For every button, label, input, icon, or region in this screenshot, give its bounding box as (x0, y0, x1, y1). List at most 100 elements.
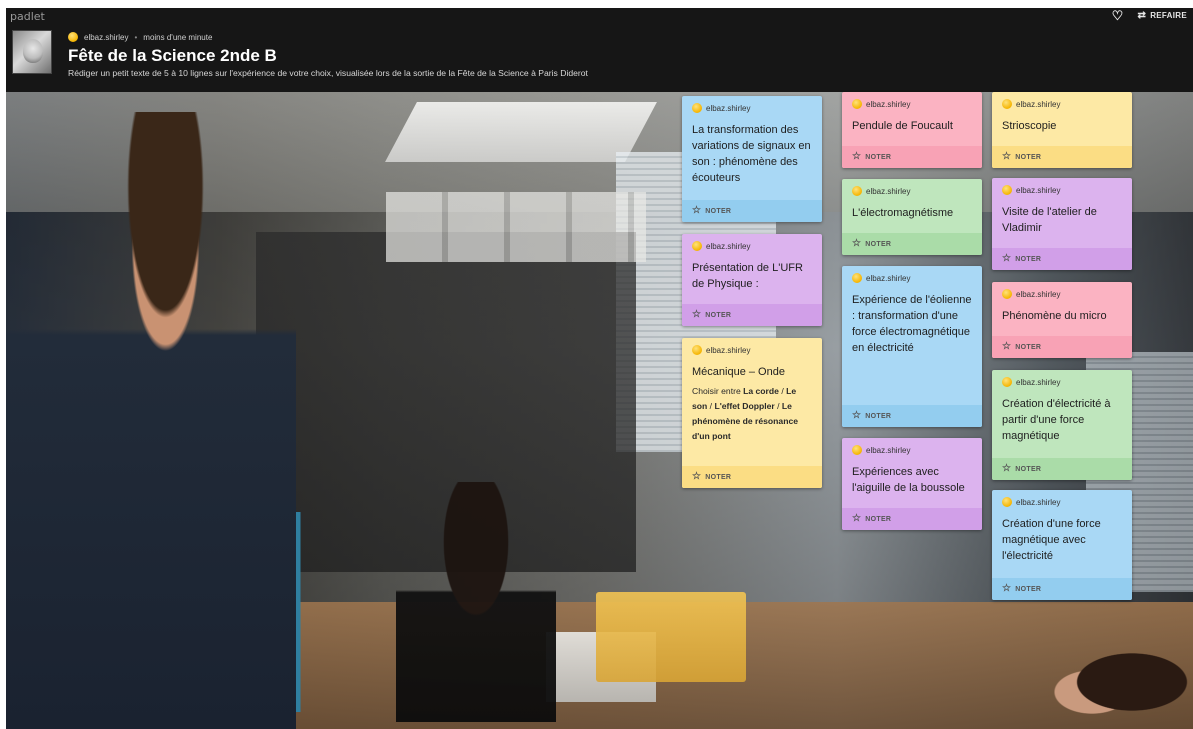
post-body: Pendule de Foucault (842, 110, 982, 146)
post-body: Création d'électricité à partir d'une fo… (992, 388, 1132, 458)
post-card[interactable]: elbaz.shirley La transformation des vari… (682, 96, 822, 222)
board-author[interactable]: elbaz.shirley (84, 33, 128, 42)
post-body: Strioscopie (992, 110, 1132, 146)
wallpaper-device-yellow (596, 592, 746, 682)
post-author: elbaz.shirley (842, 438, 982, 456)
post-card[interactable]: elbaz.shirley Phénomène du micro ☆ NOTER (992, 282, 1132, 358)
rate-button[interactable]: ☆ NOTER (992, 578, 1132, 600)
user-emoji-icon (1002, 497, 1012, 507)
post-body: Présentation de L'UFR de Physique : (682, 252, 822, 304)
rate-label: NOTER (865, 412, 892, 420)
post-body: Visite de l'atelier de Vladimir (992, 196, 1132, 248)
rate-label: NOTER (1015, 343, 1042, 351)
post-card[interactable]: elbaz.shirley L'électromagnétisme ☆ NOTE… (842, 179, 982, 255)
board-avatar (12, 30, 52, 74)
post-author: elbaz.shirley (842, 266, 982, 284)
star-icon: ☆ (1002, 151, 1012, 162)
board-time: moins d'une minute (143, 32, 213, 42)
post-author: elbaz.shirley (682, 338, 822, 356)
post-card[interactable]: elbaz.shirley Expériences avec l'aiguill… (842, 438, 982, 530)
post-card[interactable]: elbaz.shirley Mécanique – Onde Choisir e… (682, 338, 822, 488)
user-emoji-icon (852, 273, 862, 283)
rate-button[interactable]: ☆ NOTER (682, 466, 822, 488)
post-author-name: elbaz.shirley (866, 186, 911, 196)
post-author: elbaz.shirley (992, 370, 1132, 388)
post-title: Expérience de l'éolienne : transformatio… (852, 294, 972, 354)
post-card[interactable]: elbaz.shirley Présentation de L'UFR de P… (682, 234, 822, 326)
rate-button[interactable]: ☆ NOTER (992, 336, 1132, 358)
remake-icon: ⇄ (1137, 10, 1147, 21)
post-title: Mécanique – Onde (692, 366, 785, 378)
meta-separator: • (134, 32, 138, 42)
post-author: elbaz.shirley (682, 96, 822, 114)
rate-button[interactable]: ☆ NOTER (682, 200, 822, 222)
post-title: La transformation des variations de sign… (692, 124, 811, 184)
post-title: Création d'une force magnétique avec l'é… (1002, 518, 1101, 562)
wallpaper-person-center (396, 482, 556, 722)
star-icon: ☆ (852, 410, 862, 421)
user-emoji-icon (1002, 185, 1012, 195)
post-card[interactable]: elbaz.shirley Strioscopie ☆ NOTER (992, 92, 1132, 168)
post-author: elbaz.shirley (992, 178, 1132, 196)
star-icon: ☆ (852, 513, 862, 524)
post-title: Strioscopie (1002, 120, 1057, 132)
board-header: padlet ♡ ⇄ REFAIRE elbaz.shirley • moins… (6, 8, 1193, 92)
user-emoji-icon (68, 32, 78, 42)
post-author-name: elbaz.shirley (1016, 99, 1061, 109)
post-author: elbaz.shirley (842, 179, 982, 197)
post-body: La transformation des variations de sign… (682, 114, 822, 200)
post-author: elbaz.shirley (842, 92, 982, 110)
star-icon: ☆ (1002, 583, 1012, 594)
post-author-name: elbaz.shirley (866, 445, 911, 455)
post-card[interactable]: elbaz.shirley Création d'électricité à p… (992, 370, 1132, 480)
post-author-name: elbaz.shirley (1016, 289, 1061, 299)
rate-label: NOTER (1015, 153, 1042, 161)
rate-button[interactable]: ☆ NOTER (842, 146, 982, 168)
rate-button[interactable]: ☆ NOTER (842, 508, 982, 530)
post-title: Présentation de L'UFR de Physique : (692, 262, 803, 290)
user-emoji-icon (1002, 377, 1012, 387)
rate-label: NOTER (865, 240, 892, 248)
post-card[interactable]: elbaz.shirley Création d'une force magné… (992, 490, 1132, 600)
post-body: Création d'une force magnétique avec l'é… (992, 508, 1132, 578)
padlet-logo[interactable]: padlet (10, 10, 45, 23)
wallpaper-person-right (1036, 632, 1193, 729)
post-author-name: elbaz.shirley (706, 345, 751, 355)
post-title: Création d'électricité à partir d'une fo… (1002, 398, 1111, 442)
post-author: elbaz.shirley (992, 92, 1132, 110)
user-emoji-icon (1002, 289, 1012, 299)
rate-button[interactable]: ☆ NOTER (992, 458, 1132, 480)
rate-button[interactable]: ☆ NOTER (842, 405, 982, 427)
star-icon: ☆ (692, 309, 702, 320)
star-icon: ☆ (852, 151, 862, 162)
board-title: Fête de la Science 2nde B (68, 46, 277, 65)
rate-label: NOTER (865, 515, 892, 523)
post-body: Expériences avec l'aiguille de la bousso… (842, 456, 982, 508)
post-author-name: elbaz.shirley (706, 241, 751, 251)
post-title: Phénomène du micro (1002, 310, 1107, 322)
post-author: elbaz.shirley (992, 490, 1132, 508)
user-emoji-icon (852, 445, 862, 455)
post-author-name: elbaz.shirley (866, 273, 911, 283)
user-emoji-icon (852, 186, 862, 196)
heart-icon[interactable]: ♡ (1112, 9, 1124, 22)
wallpaper-person-left (6, 112, 296, 729)
rate-button[interactable]: ☆ NOTER (992, 248, 1132, 270)
star-icon: ☆ (1002, 463, 1012, 474)
post-card[interactable]: elbaz.shirley Pendule de Foucault ☆ NOTE… (842, 92, 982, 168)
remake-button[interactable]: ⇄ REFAIRE (1138, 10, 1187, 21)
star-icon: ☆ (852, 238, 862, 249)
post-text: Choisir entre La corde / Le son / L'effe… (692, 386, 799, 441)
post-body: L'électromagnétisme (842, 197, 982, 233)
board-description: Rédiger un petit texte de 5 à 10 lignes … (68, 68, 588, 78)
post-body: Phénomène du micro (992, 300, 1132, 336)
rate-label: NOTER (1015, 255, 1042, 263)
post-title: L'électromagnétisme (852, 207, 954, 219)
rate-button[interactable]: ☆ NOTER (682, 304, 822, 326)
post-card[interactable]: elbaz.shirley Expérience de l'éolienne :… (842, 266, 982, 427)
rate-button[interactable]: ☆ NOTER (992, 146, 1132, 168)
post-card[interactable]: elbaz.shirley Visite de l'atelier de Vla… (992, 178, 1132, 270)
rate-button[interactable]: ☆ NOTER (842, 233, 982, 255)
padlet-board: padlet ♡ ⇄ REFAIRE elbaz.shirley • moins… (6, 8, 1193, 729)
rate-label: NOTER (705, 473, 732, 481)
